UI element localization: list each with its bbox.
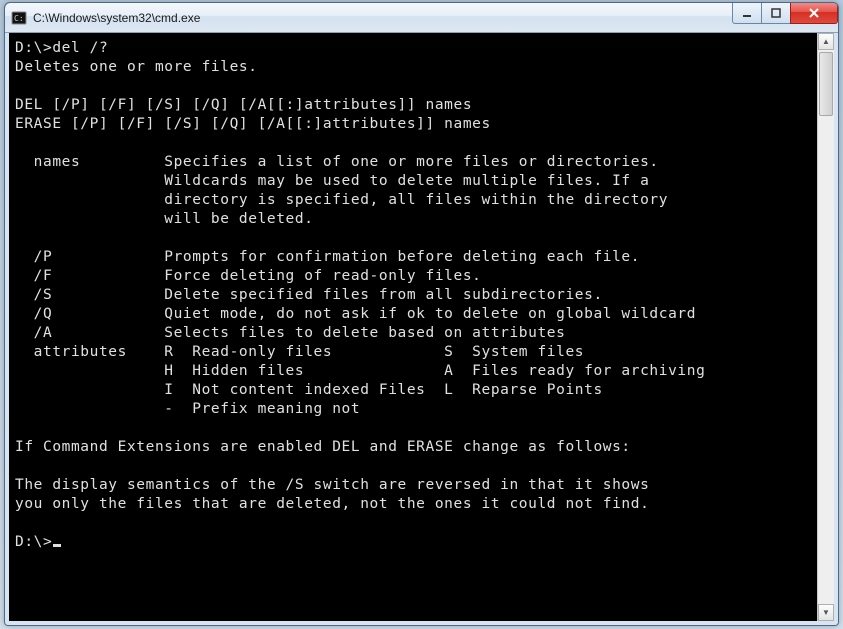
vertical-scrollbar[interactable]: ▲ ▼	[817, 33, 834, 621]
close-button[interactable]	[790, 3, 838, 24]
scroll-track[interactable]	[818, 50, 834, 604]
scroll-down-button[interactable]: ▼	[818, 604, 834, 621]
window-title: C:\Windows\system32\cmd.exe	[33, 11, 200, 25]
cmd-icon: C:	[11, 10, 27, 26]
command-text: del /?	[52, 40, 108, 56]
cmd-window: C: C:\Windows\system32\cmd.exe D:\>del /…	[4, 2, 839, 626]
scroll-thumb[interactable]	[819, 52, 833, 116]
maximize-button[interactable]	[761, 3, 791, 24]
minimize-button[interactable]	[732, 3, 762, 24]
cursor	[53, 544, 61, 547]
prompt: D:\>	[15, 534, 52, 550]
prompt: D:\>	[15, 40, 52, 56]
svg-text:C:: C:	[14, 14, 24, 23]
console-output[interactable]: D:\>del /? Deletes one or more files. DE…	[9, 33, 817, 621]
titlebar[interactable]: C: C:\Windows\system32\cmd.exe	[5, 3, 838, 33]
output-text: Deletes one or more files. DEL [/P] [/F]…	[15, 59, 705, 512]
scroll-up-button[interactable]: ▲	[818, 33, 834, 50]
client-area: D:\>del /? Deletes one or more files. DE…	[5, 33, 838, 625]
window-controls	[733, 3, 838, 24]
